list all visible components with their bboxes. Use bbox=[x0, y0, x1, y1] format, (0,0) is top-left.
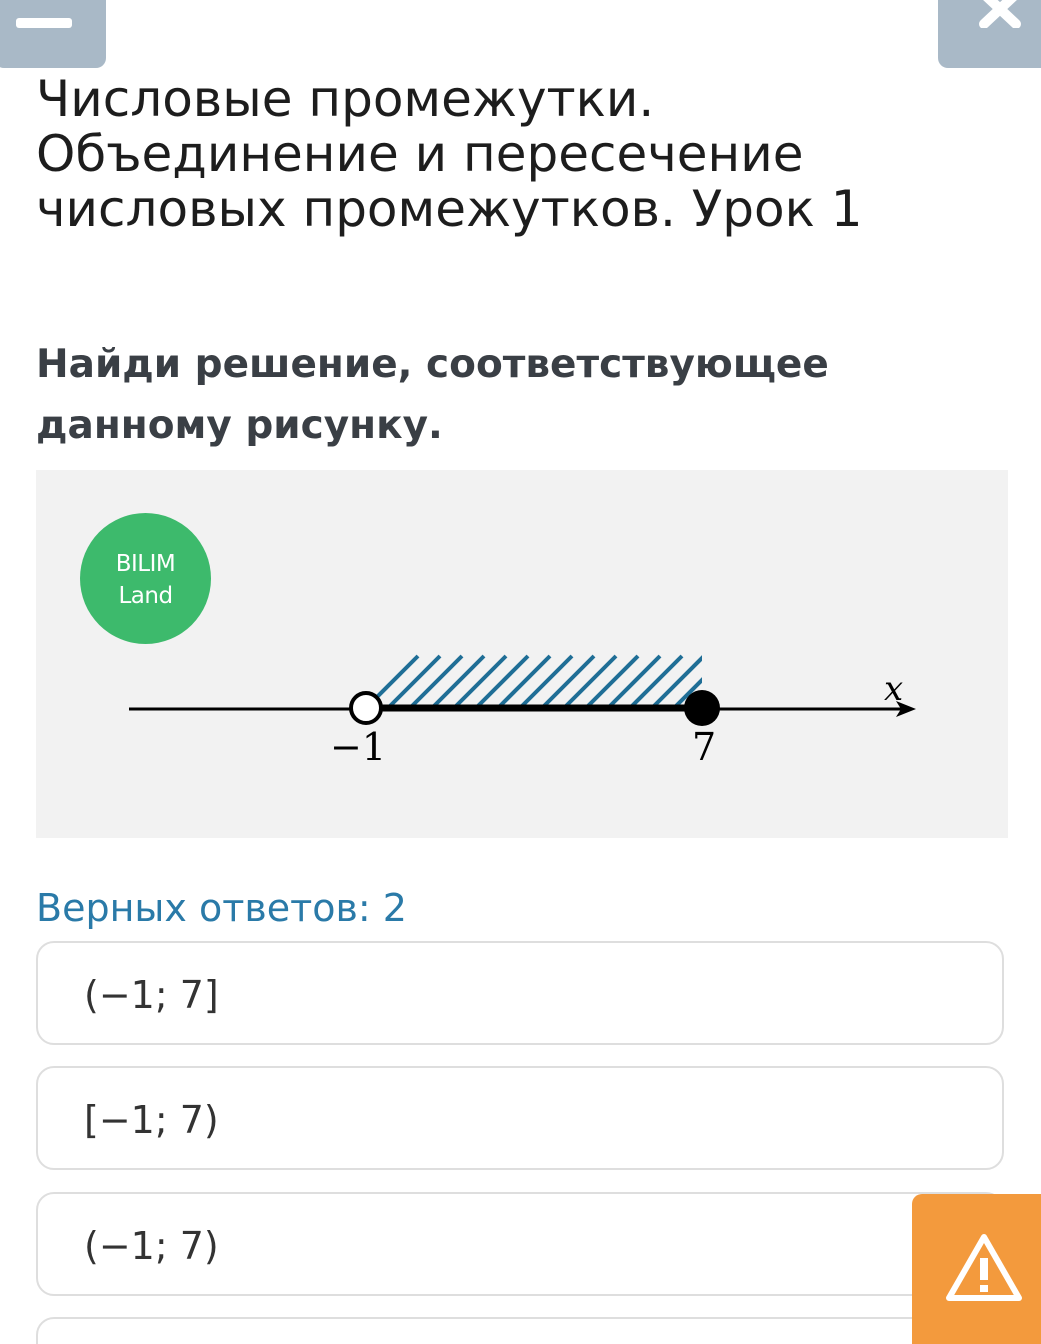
hatch-line bbox=[540, 654, 596, 708]
hatch-line bbox=[562, 654, 618, 708]
hatch-line bbox=[518, 654, 574, 708]
answer-option-4[interactable] bbox=[36, 1317, 1004, 1344]
hatch-line bbox=[408, 654, 464, 708]
hatch-line bbox=[452, 654, 508, 708]
answer-option-1[interactable]: (−1; 7] bbox=[36, 941, 1004, 1045]
hatch-line bbox=[628, 654, 684, 708]
correct-answers-count: Верных ответов: 2 bbox=[36, 886, 407, 930]
answer-option-label: (−1; 7) bbox=[84, 1224, 219, 1268]
close-icon bbox=[979, 0, 1021, 28]
bilimland-logo: BILIM Land bbox=[80, 513, 211, 644]
hatch-line bbox=[386, 654, 442, 708]
hatch-line bbox=[584, 654, 640, 708]
answer-option-label: [−1; 7) bbox=[84, 1098, 219, 1142]
hatch-line bbox=[740, 656, 792, 708]
answer-option-label: (−1; 7] bbox=[84, 973, 219, 1017]
hatch-line bbox=[496, 654, 552, 708]
logo-text-bottom: Land bbox=[118, 583, 173, 609]
hatch-line bbox=[430, 654, 486, 708]
hatch-line bbox=[606, 654, 662, 708]
lesson-title: Числовые промежутки. Объединение и перес… bbox=[36, 70, 863, 238]
left-point-label: −1 bbox=[330, 725, 386, 769]
axis-label: x bbox=[884, 669, 903, 709]
minimize-icon bbox=[16, 18, 72, 28]
hatch-line bbox=[718, 656, 770, 708]
answer-option-3[interactable]: (−1; 7) bbox=[36, 1192, 1004, 1296]
shaded-region bbox=[366, 654, 792, 708]
minimize-button[interactable] bbox=[0, 0, 106, 68]
number-line-figure: x −1 7 BILIM Land bbox=[36, 470, 1008, 838]
open-point bbox=[349, 691, 383, 725]
question-text: Найди решение, соответствующее данному р… bbox=[36, 342, 829, 448]
warning-icon bbox=[946, 1234, 1022, 1301]
close-button[interactable] bbox=[938, 0, 1041, 68]
page: Числовые промежутки. Объединение и перес… bbox=[0, 0, 1041, 1344]
closed-point bbox=[684, 690, 720, 726]
hatch-line bbox=[474, 654, 530, 708]
right-point-label: 7 bbox=[692, 725, 716, 769]
logo-text-top: BILIM bbox=[115, 551, 176, 577]
report-button[interactable] bbox=[912, 1194, 1041, 1344]
answer-option-2[interactable]: [−1; 7) bbox=[36, 1066, 1004, 1170]
